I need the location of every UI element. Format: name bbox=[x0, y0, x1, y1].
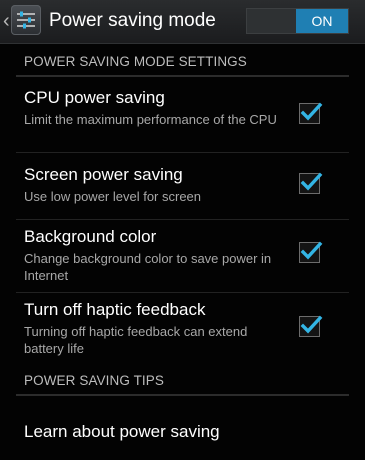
chevron-left-icon[interactable]: ‹ bbox=[3, 8, 11, 34]
setting-label: CPU power saving bbox=[24, 88, 165, 107]
settings-section-title: POWER SAVING MODE SETTINGS bbox=[24, 54, 247, 69]
checkmark-icon bbox=[300, 172, 323, 191]
setting-row-cpu-power-saving[interactable]: CPU power saving Limit the maximum perfo… bbox=[0, 86, 365, 148]
setting-label: Screen power saving bbox=[24, 165, 183, 184]
section-divider bbox=[16, 75, 349, 77]
toggle-on-label: ON bbox=[296, 9, 348, 33]
checkmark-icon bbox=[300, 315, 323, 334]
row-divider bbox=[16, 219, 349, 220]
setting-row-haptic-feedback[interactable]: Turn off haptic feedback Turning off hap… bbox=[0, 298, 365, 360]
tips-section-header: POWER SAVING TIPS bbox=[0, 372, 365, 396]
sliders-settings-icon[interactable] bbox=[11, 5, 41, 35]
row-divider bbox=[16, 152, 349, 153]
checkmark-icon bbox=[300, 102, 323, 121]
setting-summary: Use low power level for screen bbox=[24, 189, 202, 204]
setting-label: Turn off haptic feedback bbox=[24, 300, 206, 319]
setting-row-background-color[interactable]: Background color Change background color… bbox=[0, 226, 365, 288]
action-bar: ‹ Power saving mode ON bbox=[0, 0, 365, 44]
setting-row-screen-power-saving[interactable]: Screen power saving Use low power level … bbox=[0, 164, 365, 212]
row-divider bbox=[16, 292, 349, 293]
settings-section-header: POWER SAVING MODE SETTINGS bbox=[0, 53, 365, 77]
screen-power-saving-checkbox[interactable] bbox=[299, 172, 323, 194]
setting-summary: Turning off haptic feedback can extend b… bbox=[24, 324, 248, 356]
learn-about-power-saving-item[interactable]: Learn about power saving bbox=[24, 421, 220, 443]
tips-section-title: POWER SAVING TIPS bbox=[24, 373, 164, 388]
page-title: Power saving mode bbox=[49, 10, 216, 31]
cpu-power-saving-checkbox[interactable] bbox=[299, 102, 323, 124]
power-saving-screen: ‹ Power saving mode ON POWER SAVING MODE… bbox=[0, 0, 365, 460]
setting-label: Background color bbox=[24, 227, 157, 246]
section-divider bbox=[16, 394, 349, 396]
setting-summary: Limit the maximum performance of the CPU bbox=[24, 112, 277, 127]
power-saving-toggle[interactable]: ON bbox=[246, 8, 349, 34]
setting-summary: Change background color to save power in… bbox=[24, 251, 272, 283]
background-color-checkbox[interactable] bbox=[299, 241, 323, 263]
haptic-feedback-checkbox[interactable] bbox=[299, 315, 323, 337]
checkmark-icon bbox=[300, 241, 323, 260]
